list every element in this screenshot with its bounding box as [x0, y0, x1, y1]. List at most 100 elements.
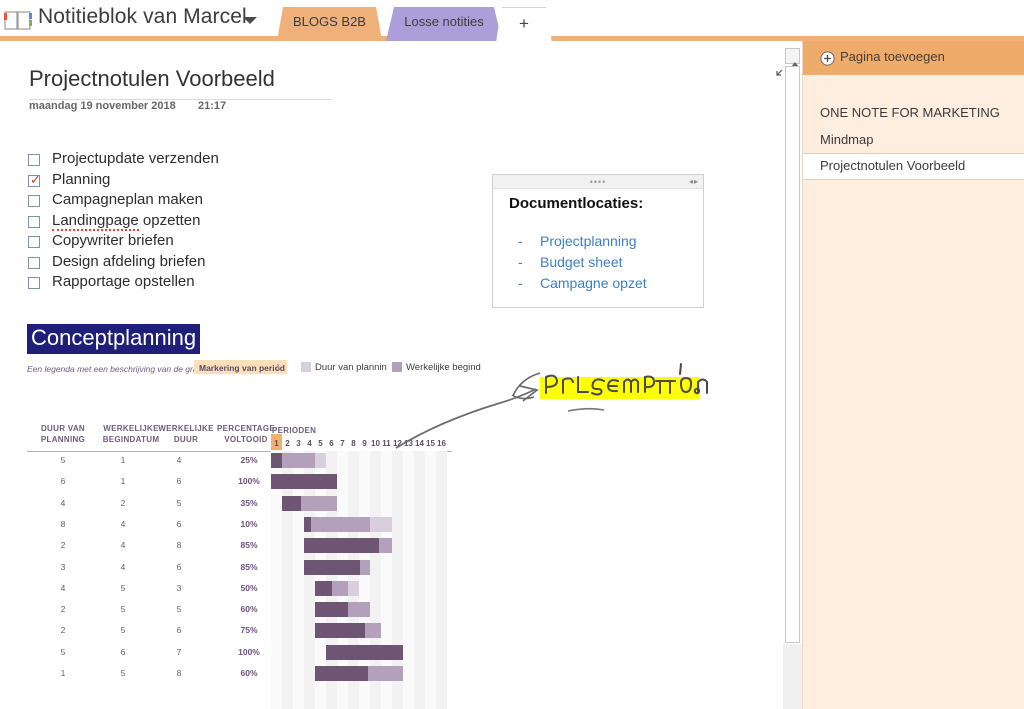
note-container-handle[interactable]: •••• ◂▸: [493, 175, 703, 189]
checkbox[interactable]: [28, 154, 40, 166]
gantt-row: 1 5 8 60%: [27, 664, 452, 685]
gantt-cell: 5: [176, 604, 182, 615]
misspelled-word: Landingpage: [52, 211, 139, 231]
period-tick: 14: [415, 439, 424, 448]
gantt-cell: 1: [120, 455, 126, 465]
curved-arrow-tip: [519, 385, 539, 402]
page-canvas: Projectnotulen Voorbeeld maandag 19 nove…: [0, 41, 783, 709]
scrollbar-thumb[interactable]: [785, 66, 800, 643]
gantt-cell: 60%: [240, 668, 258, 678]
page-date[interactable]: maandag 19 november 2018: [29, 100, 176, 112]
page-list-item-one-note-for-marketing[interactable]: ONE NOTE FOR MARKETING: [803, 101, 1024, 126]
checkbox[interactable]: [28, 195, 40, 207]
documentlocaties-title: Documentlocaties:: [509, 195, 644, 212]
period-tick: 6: [329, 439, 334, 448]
page-scrollbar[interactable]: [783, 41, 802, 709]
page-title[interactable]: Projectnotulen Voorbeeld: [29, 66, 275, 92]
gantt-row: 5 1 4 25%: [27, 451, 452, 472]
bar-voltooid: [271, 474, 337, 490]
documentlocaties-note-container[interactable]: •••• ◂▸ Documentlocaties: - Projectplann…: [492, 174, 704, 308]
gantt-cell: 5: [60, 455, 66, 465]
section-tab-blogs-b2b[interactable]: BLOGS B2B: [277, 7, 382, 41]
legend-description: Een legenda met een beschrijving van de …: [27, 364, 211, 374]
gantt-cell: 5: [176, 497, 182, 508]
gantt-cell: 6: [176, 476, 182, 487]
bullet-dash: -: [518, 254, 523, 270]
bar-voltooid: [315, 580, 332, 596]
resize-arrows-icon[interactable]: ◂▸: [689, 177, 699, 186]
gantt-cell: 4: [176, 455, 182, 465]
link-campagne-opzet[interactable]: Campagne opzet: [540, 275, 647, 291]
legend-label-duur-van-planning: Duur van plannin: [315, 362, 387, 373]
chevron-down-icon[interactable]: [243, 17, 257, 24]
period-tick: 3: [296, 439, 301, 448]
gantt-cell: 4: [60, 497, 66, 508]
bullet-dash: -: [518, 275, 523, 291]
gantt-cell: 1: [120, 476, 126, 487]
gantt-cell: 85%: [240, 540, 258, 551]
notebook-title[interactable]: Notitieblok van Marcel: [38, 5, 247, 29]
plus-circle-icon: [820, 51, 835, 66]
grip-dots-icon: ••••: [589, 177, 607, 187]
gantt-cell: 3: [176, 582, 182, 593]
legend-swatch-werkelijke-begind: [392, 362, 402, 372]
checkbox[interactable]: [28, 256, 40, 269]
page-list-item-projectnotulen-voorbeeld[interactable]: Projectnotulen Voorbeeld: [803, 153, 1024, 180]
gantt-row: 4 5 3 50%: [27, 579, 452, 600]
period-tick: 1: [274, 439, 279, 448]
checkbox-checked[interactable]: ✓: [28, 172, 41, 188]
gantt-row: 8 4 6 10%: [27, 515, 452, 536]
todo-label: Campagneplan maken: [52, 191, 203, 208]
legend-swatch-duur-van-planning: [301, 362, 311, 372]
gantt-cell: 4: [120, 561, 126, 572]
gantt-cell: 6: [60, 476, 66, 487]
period-tick: 12: [393, 439, 402, 448]
gantt-cell: 50%: [240, 582, 258, 593]
scrollbar-track-bottom[interactable]: [783, 644, 802, 709]
period-tick: 10: [371, 439, 380, 448]
gantt-cell: 35%: [240, 497, 258, 508]
period-tick: 13: [404, 439, 413, 448]
conceptplanning-heading[interactable]: Conceptplanning: [27, 324, 201, 354]
gantt-row: 2 5 5 60%: [27, 600, 452, 621]
bar-voltooid: [315, 623, 365, 639]
bar-voltooid: [326, 644, 403, 660]
checkbox[interactable]: [28, 277, 40, 289]
gantt-cell: 85%: [240, 561, 258, 572]
link-projectplanning[interactable]: Projectplanning: [540, 233, 637, 249]
checkbox[interactable]: [28, 215, 40, 228]
todo-label: Design afdeling briefen: [52, 252, 206, 270]
bar-voltooid: [271, 453, 282, 468]
highlighter-stroke: [540, 377, 700, 399]
period-tick: 2: [285, 439, 290, 448]
bullet-dash: -: [518, 233, 523, 249]
gantt-cell: 6: [120, 646, 126, 657]
bar-voltooid: [315, 666, 368, 681]
gantt-row: 2 5 6 75%: [27, 621, 452, 642]
notebook-icon[interactable]: [4, 10, 34, 32]
period-tick: 16: [437, 439, 446, 448]
gantt-cell: 1: [60, 668, 66, 678]
checkbox[interactable]: [28, 236, 40, 248]
gantt-cell: 4: [120, 540, 126, 551]
gantt-row: 5 6 7 100%: [27, 643, 452, 664]
scroll-up-button[interactable]: [785, 48, 800, 67]
gantt-cell: 2: [60, 625, 66, 636]
page-list-item-mindmap[interactable]: Mindmap: [803, 128, 1024, 153]
expand-arrows-icon[interactable]: [775, 61, 783, 77]
gantt-cell: 100%: [238, 646, 260, 657]
add-section-tab-button[interactable]: +: [496, 7, 552, 41]
bar-voltooid: [282, 495, 302, 511]
arrow-head-lower: [511, 394, 535, 400]
link-budget-sheet[interactable]: Budget sheet: [540, 254, 623, 270]
add-page-button[interactable]: Pagina toevoegen: [803, 41, 1024, 75]
bar-voltooid: [315, 602, 348, 618]
todo-label-rest: opzetten: [138, 211, 201, 229]
top-bar: Notitieblok van Marcel BLOGS B2B Losse n…: [0, 0, 1024, 41]
check-icon: ✓: [30, 172, 41, 188]
bar-werkelijke-begindatum: [304, 516, 370, 532]
section-tab-losse-notities[interactable]: Losse notities: [386, 7, 502, 41]
gantt-cell: 5: [120, 625, 126, 636]
page-time[interactable]: 21:17: [198, 100, 226, 112]
todo-label: Copywriter briefen: [52, 232, 174, 249]
